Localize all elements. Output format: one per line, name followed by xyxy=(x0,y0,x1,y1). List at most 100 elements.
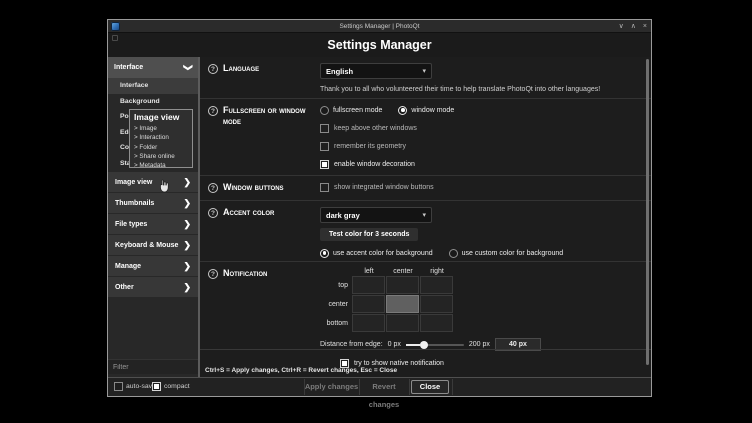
grid-col-label: left xyxy=(352,268,386,275)
sidebar-subitem-background[interactable]: Background xyxy=(108,94,198,110)
image-view-tooltip: Image view > Image > Interaction > Folde… xyxy=(129,109,193,168)
window-title: Settings Manager | PhotoQt xyxy=(108,20,651,33)
photoqt-mini-icon xyxy=(112,35,118,41)
test-color-button[interactable]: Test color for 3 seconds xyxy=(320,228,418,241)
settings-manager-window: Settings Manager | PhotoQt ∨ ∧ × Setting… xyxy=(107,19,652,397)
language-dropdown[interactable]: English ▾ xyxy=(320,63,432,79)
sidebar-category-image-view[interactable]: Image view ❯ xyxy=(108,172,198,192)
checkbox-icon xyxy=(320,183,329,192)
notification-position-cell[interactable] xyxy=(420,276,453,294)
distance-min: 0 px xyxy=(388,341,401,348)
sidebar-category-label: Keyboard & Mouse xyxy=(115,242,178,249)
section-fullscreen-mode: ? Fullscreen or window mode fullscreen m… xyxy=(200,98,651,175)
keep-above-checkbox[interactable]: keep above other windows xyxy=(320,123,651,133)
sidebar-category-label: Thumbnails xyxy=(115,200,154,207)
grid-row-label: bottom xyxy=(320,320,352,327)
help-icon[interactable]: ? xyxy=(208,269,218,279)
notification-position-cell[interactable] xyxy=(386,295,419,313)
filter-input[interactable] xyxy=(108,359,198,374)
sidebar-subitem-interface[interactable]: Interface xyxy=(108,78,198,94)
slider-handle-icon[interactable] xyxy=(420,341,428,349)
sidebar-category-manage[interactable]: Manage ❯ xyxy=(108,256,198,276)
sidebar-category-label: Image view xyxy=(115,179,152,186)
close-icon[interactable]: × xyxy=(643,20,647,33)
accent-color-dropdown[interactable]: dark gray ▾ xyxy=(320,207,432,223)
section-title: Accent color xyxy=(223,207,274,261)
tooltip-item: > Image xyxy=(134,124,188,133)
tooltip-item: > Folder xyxy=(134,143,188,152)
grid-row-label: center xyxy=(320,301,352,308)
grid-col-label: center xyxy=(386,268,420,275)
tooltip-item: > Metadata xyxy=(134,161,188,170)
notification-position-cell[interactable] xyxy=(352,276,385,294)
radio-label: use custom color for background xyxy=(462,250,564,257)
checkbox-icon xyxy=(320,160,329,169)
shortcut-status-bar: Ctrl+S = Apply changes, Ctrl+R = Revert … xyxy=(200,349,651,377)
close-button[interactable]: Close xyxy=(411,380,449,394)
notification-position-cell[interactable] xyxy=(352,295,385,313)
window-mode-radio[interactable]: window mode xyxy=(398,106,454,115)
notification-position-cell[interactable] xyxy=(386,276,419,294)
help-icon[interactable]: ? xyxy=(208,183,218,193)
sidebar-category-label: Interface xyxy=(114,64,143,71)
minimize-icon[interactable]: ∨ xyxy=(619,20,624,33)
section-language: ? Language English ▾ Thank you to all wh… xyxy=(200,57,651,98)
chevron-right-icon: ❯ xyxy=(183,282,191,293)
sidebar-category-label: Manage xyxy=(115,263,141,270)
vertical-scrollbar[interactable] xyxy=(646,59,649,365)
chevron-right-icon: ❯ xyxy=(183,198,191,209)
sidebar-category-label: Other xyxy=(115,284,134,291)
section-title: Notification xyxy=(223,268,267,349)
titlebar: Settings Manager | PhotoQt ∨ ∧ × xyxy=(108,20,651,33)
section-notification: ? Notification left center right top xyxy=(200,261,651,349)
language-dropdown-value: English xyxy=(326,67,353,76)
maximize-icon[interactable]: ∧ xyxy=(631,20,636,33)
remember-geometry-checkbox[interactable]: remember its geometry xyxy=(320,141,651,151)
help-icon[interactable]: ? xyxy=(208,106,218,116)
page-title: Settings Manager xyxy=(108,33,651,57)
fullscreen-mode-radio[interactable]: fullscreen mode xyxy=(320,106,382,115)
chevron-down-icon: ❯ xyxy=(183,64,194,72)
radio-icon xyxy=(449,249,458,258)
custom-background-radio[interactable]: use custom color for background xyxy=(449,249,564,258)
notification-position-cell[interactable] xyxy=(386,314,419,332)
sidebar-category-file-types[interactable]: File types ❯ xyxy=(108,214,198,234)
sidebar-category-other[interactable]: Other ❯ xyxy=(108,277,198,297)
notification-position-cell[interactable] xyxy=(420,295,453,313)
sidebar-category-label: File types xyxy=(115,221,147,228)
distance-label: Distance from edge: xyxy=(320,341,383,348)
apply-changes-button[interactable]: Apply changes xyxy=(304,378,359,396)
sidebar-category-interface[interactable]: Interface ❯ xyxy=(108,57,198,78)
accent-background-radio[interactable]: use accent color for background xyxy=(320,249,433,258)
sidebar-category-thumbnails[interactable]: Thumbnails ❯ xyxy=(108,193,198,213)
mouse-cursor-hand xyxy=(158,179,170,193)
compact-checkbox[interactable]: compact xyxy=(152,382,190,391)
notification-position-cell[interactable] xyxy=(352,314,385,332)
chevron-right-icon: ❯ xyxy=(183,261,191,272)
notification-grid-columns: left center right xyxy=(352,268,651,275)
grid-col-label: right xyxy=(420,268,454,275)
chevron-down-icon: ▾ xyxy=(422,211,426,219)
window-decoration-checkbox[interactable]: enable window decoration xyxy=(320,159,651,169)
integrated-buttons-checkbox[interactable]: show integrated window buttons xyxy=(320,182,651,192)
radio-icon xyxy=(320,249,329,258)
help-icon[interactable]: ? xyxy=(208,64,218,74)
sidebar-category-keyboard-mouse[interactable]: Keyboard & Mouse ❯ xyxy=(108,235,198,255)
radio-icon xyxy=(320,106,329,115)
chevron-right-icon: ❯ xyxy=(183,240,191,251)
distance-slider[interactable] xyxy=(406,344,464,346)
sidebar: Interface ❯ Interface Background Pop Edg… xyxy=(108,57,198,377)
checkbox-label: enable window decoration xyxy=(334,161,415,168)
section-title: Fullscreen or window mode xyxy=(223,105,311,175)
radio-label: fullscreen mode xyxy=(333,107,382,114)
section-accent-color: ? Accent color dark gray ▾ Test color fo… xyxy=(200,200,651,261)
language-note: Thank you to all who volunteered their t… xyxy=(320,86,651,93)
chevron-down-icon: ▾ xyxy=(422,67,426,75)
revert-changes-button[interactable]: Revert changes xyxy=(359,378,409,396)
notification-position-cell[interactable] xyxy=(420,314,453,332)
radio-label: window mode xyxy=(411,107,454,114)
section-title: Language xyxy=(223,63,259,98)
checkbox-label: show integrated window buttons xyxy=(334,184,434,191)
auto-save-checkbox[interactable]: auto-save xyxy=(114,382,156,391)
help-icon[interactable]: ? xyxy=(208,208,218,218)
